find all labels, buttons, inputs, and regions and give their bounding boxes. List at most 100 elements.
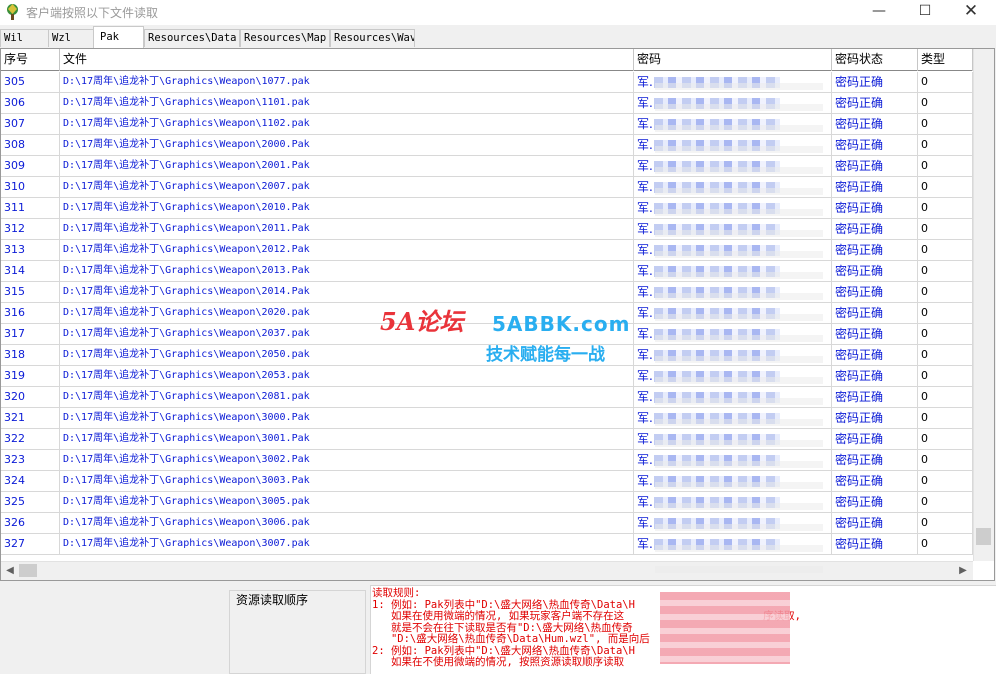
cell-password-text: 军. bbox=[637, 117, 653, 131]
cell-index: 324 bbox=[1, 471, 60, 492]
cell-password-text: 军. bbox=[637, 411, 653, 425]
table-row[interactable]: 315 D:\17周年\追龙补丁\Graphics\Weapon\2014.Pak… bbox=[1, 282, 973, 303]
vertical-scrollbar[interactable] bbox=[973, 49, 994, 561]
cell-password-status-text: 密码正确 bbox=[835, 96, 884, 110]
cell-index: 319 bbox=[1, 366, 60, 387]
horizontal-scrollbar[interactable]: ◀ ▶ bbox=[1, 561, 973, 580]
cell-password-status: 密码正确 bbox=[832, 492, 918, 513]
cell-password-text: 军. bbox=[637, 453, 653, 467]
maximize-button[interactable]: ☐ bbox=[902, 0, 948, 25]
cell-type-text: 0 bbox=[921, 453, 928, 466]
cell-password-status-text: 密码正确 bbox=[835, 243, 884, 257]
table-row[interactable]: 324 D:\17周年\追龙补丁\Graphics\Weapon\3003.Pak… bbox=[1, 471, 973, 492]
cell-type-text: 0 bbox=[921, 432, 928, 445]
cell-type: 0 bbox=[918, 387, 973, 408]
cell-file: D:\17周年\追龙补丁\Graphics\Weapon\2011.Pak bbox=[60, 219, 634, 240]
cell-file: D:\17周年\追龙补丁\Graphics\Weapon\1077.pak bbox=[60, 72, 634, 93]
cell-password-status-text: 密码正确 bbox=[835, 537, 884, 551]
cell-file-text: D:\17周年\追龙补丁\Graphics\Weapon\2053.pak bbox=[63, 370, 310, 381]
tab-wil[interactable]: Wil bbox=[0, 29, 49, 47]
table-row[interactable]: 326 D:\17周年\追龙补丁\Graphics\Weapon\3006.pak… bbox=[1, 513, 973, 534]
cell-type: 0 bbox=[918, 450, 973, 471]
minimize-button[interactable]: — bbox=[856, 0, 902, 25]
table-row[interactable]: 323 D:\17周年\追龙补丁\Graphics\Weapon\3002.Pak… bbox=[1, 450, 973, 471]
column-header-password-status[interactable]: 密码状态 bbox=[832, 49, 918, 71]
horizontal-scroll-thumb[interactable] bbox=[19, 564, 37, 577]
cell-index: 312 bbox=[1, 219, 60, 240]
cell-password-status: 密码正确 bbox=[832, 72, 918, 93]
table-row[interactable]: 311 D:\17周年\追龙补丁\Graphics\Weapon\2010.Pak… bbox=[1, 198, 973, 219]
cell-file: D:\17周年\追龙补丁\Graphics\Weapon\2081.pak bbox=[60, 387, 634, 408]
column-header-file[interactable]: 文件 bbox=[60, 49, 634, 71]
scroll-right-arrow-icon[interactable]: ▶ bbox=[955, 563, 971, 579]
cell-type: 0 bbox=[918, 345, 973, 366]
cell-password-text: 军. bbox=[637, 159, 653, 173]
table-row[interactable]: 305 D:\17周年\追龙补丁\Graphics\Weapon\1077.pak… bbox=[1, 72, 973, 93]
cell-password-text: 军. bbox=[637, 243, 653, 257]
cell-file-text: D:\17周年\追龙补丁\Graphics\Weapon\1102.pak bbox=[63, 118, 310, 129]
cell-index: 306 bbox=[1, 93, 60, 114]
tab-pak[interactable]: Pak bbox=[93, 26, 144, 48]
table-row[interactable]: 310 D:\17周年\追龙补丁\Graphics\Weapon\2007.pak… bbox=[1, 177, 973, 198]
cell-password-text: 军. bbox=[637, 264, 653, 278]
table-row[interactable]: 309 D:\17周年\追龙补丁\Graphics\Weapon\2001.Pak… bbox=[1, 156, 973, 177]
table-row[interactable]: 312 D:\17周年\追龙补丁\Graphics\Weapon\2011.Pak… bbox=[1, 219, 973, 240]
cell-index-text: 316 bbox=[4, 306, 25, 319]
table-row[interactable]: 308 D:\17周年\追龙补丁\Graphics\Weapon\2000.Pak… bbox=[1, 135, 973, 156]
cell-type-text: 0 bbox=[921, 180, 928, 193]
watermark-logo: 5A论坛 bbox=[380, 307, 464, 336]
cell-password-status-text: 密码正确 bbox=[835, 306, 884, 320]
cell-password-status: 密码正确 bbox=[832, 471, 918, 492]
cell-file: D:\17周年\追龙补丁\Graphics\Weapon\2001.Pak bbox=[60, 156, 634, 177]
cell-file-text: D:\17周年\追龙补丁\Graphics\Weapon\2011.Pak bbox=[63, 223, 310, 234]
cell-type: 0 bbox=[918, 261, 973, 282]
cell-password-text: 军. bbox=[637, 75, 653, 89]
cell-file: D:\17周年\追龙补丁\Graphics\Weapon\2000.Pak bbox=[60, 135, 634, 156]
close-button[interactable]: ✕ bbox=[948, 0, 994, 25]
cell-index-text: 309 bbox=[4, 159, 25, 172]
cell-password-status: 密码正确 bbox=[832, 303, 918, 324]
cell-index: 327 bbox=[1, 534, 60, 555]
cell-password-status: 密码正确 bbox=[832, 93, 918, 114]
cell-type-text: 0 bbox=[921, 495, 928, 508]
cell-password-status-text: 密码正确 bbox=[835, 348, 884, 362]
cell-file-text: D:\17周年\追龙补丁\Graphics\Weapon\2010.Pak bbox=[63, 202, 310, 213]
cell-file-text: D:\17周年\追龙补丁\Graphics\Weapon\2014.Pak bbox=[63, 286, 310, 297]
table-row[interactable]: 321 D:\17周年\追龙补丁\Graphics\Weapon\3000.Pak… bbox=[1, 408, 973, 429]
cell-index: 323 bbox=[1, 450, 60, 471]
column-header-type[interactable]: 类型 bbox=[918, 49, 973, 71]
vertical-scroll-thumb[interactable] bbox=[976, 528, 991, 545]
cell-password-text: 军. bbox=[637, 180, 653, 194]
cell-password-status-text: 密码正确 bbox=[835, 411, 884, 425]
table-row[interactable]: 313 D:\17周年\追龙补丁\Graphics\Weapon\2012.Pak… bbox=[1, 240, 973, 261]
column-header-password[interactable]: 密码 bbox=[634, 49, 832, 71]
cell-file-text: D:\17周年\追龙补丁\Graphics\Weapon\2000.Pak bbox=[63, 139, 310, 150]
cell-type: 0 bbox=[918, 198, 973, 219]
cell-file-text: D:\17周年\追龙补丁\Graphics\Weapon\3001.Pak bbox=[63, 433, 310, 444]
cell-file-text: D:\17周年\追龙补丁\Graphics\Weapon\3002.Pak bbox=[63, 454, 310, 465]
tab-resources-data[interactable]: Resources\Data bbox=[144, 29, 240, 47]
table-row[interactable]: 320 D:\17周年\追龙补丁\Graphics\Weapon\2081.pak… bbox=[1, 387, 973, 408]
table-row[interactable]: 306 D:\17周年\追龙补丁\Graphics\Weapon\1101.pak… bbox=[1, 93, 973, 114]
title-bar: 客户端按照以下文件读取 — ☐ ✕ bbox=[0, 0, 996, 25]
cell-file: D:\17周年\追龙补丁\Graphics\Weapon\3001.Pak bbox=[60, 429, 634, 450]
table-row[interactable]: 325 D:\17周年\追龙补丁\Graphics\Weapon\3005.pak… bbox=[1, 492, 973, 513]
cell-index-text: 307 bbox=[4, 117, 25, 130]
table-row[interactable]: 314 D:\17周年\追龙补丁\Graphics\Weapon\2013.Pak… bbox=[1, 261, 973, 282]
cell-file: D:\17周年\追龙补丁\Graphics\Weapon\2012.Pak bbox=[60, 240, 634, 261]
scroll-left-arrow-icon[interactable]: ◀ bbox=[2, 563, 18, 579]
app-icon bbox=[7, 4, 18, 20]
cell-type: 0 bbox=[918, 513, 973, 534]
tab-wzl[interactable]: Wzl bbox=[48, 29, 94, 47]
cell-type-text: 0 bbox=[921, 264, 928, 277]
tab-resources-wav[interactable]: Resources\Wav bbox=[330, 29, 415, 47]
tab-resources-map[interactable]: Resources\Map bbox=[240, 29, 330, 47]
table-row[interactable]: 307 D:\17周年\追龙补丁\Graphics\Weapon\1102.pak… bbox=[1, 114, 973, 135]
cell-type-text: 0 bbox=[921, 411, 928, 424]
cell-password-status-text: 密码正确 bbox=[835, 159, 884, 173]
cell-index: 315 bbox=[1, 282, 60, 303]
table-row[interactable]: 327 D:\17周年\追龙补丁\Graphics\Weapon\3007.pak… bbox=[1, 534, 973, 555]
column-header-index[interactable]: 序号 bbox=[1, 49, 60, 71]
cell-index-text: 325 bbox=[4, 495, 25, 508]
table-row[interactable]: 322 D:\17周年\追龙补丁\Graphics\Weapon\3001.Pak… bbox=[1, 429, 973, 450]
